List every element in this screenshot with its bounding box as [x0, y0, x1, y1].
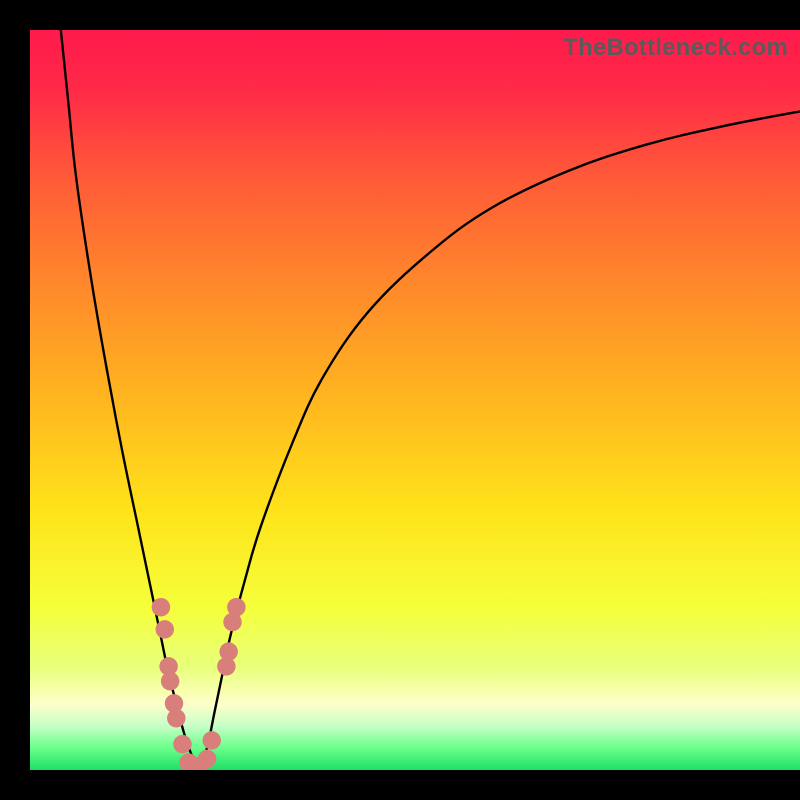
marker-dot — [227, 598, 245, 616]
watermark-text: TheBottleneck.com — [563, 34, 788, 62]
marker-dot — [173, 735, 191, 753]
marker-dot — [219, 642, 237, 660]
marker-dot — [167, 709, 185, 727]
right-branch-curve — [199, 111, 800, 770]
marker-dot — [152, 598, 170, 616]
marker-dot — [156, 620, 174, 638]
marker-dot — [198, 750, 216, 768]
marker-dot — [202, 731, 220, 749]
marker-group — [152, 598, 246, 770]
chart-frame: TheBottleneck.com — [0, 0, 800, 800]
plot-area: TheBottleneck.com — [30, 30, 800, 770]
marker-dot — [161, 672, 179, 690]
left-branch-curve — [61, 30, 200, 770]
curve-layer — [30, 30, 800, 770]
